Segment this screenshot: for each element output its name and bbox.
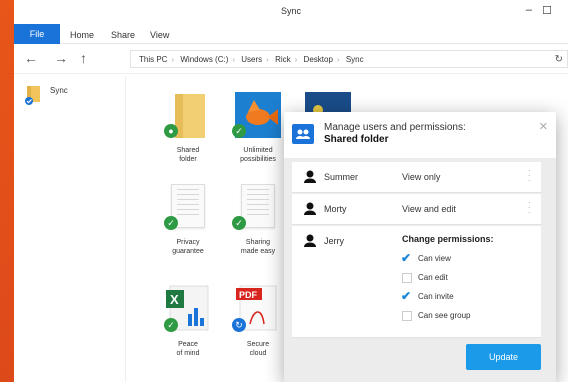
sidebar-item-label: Sync — [50, 86, 68, 95]
tab-home[interactable]: Home — [70, 30, 94, 40]
sidebar: Sync — [14, 76, 126, 382]
synced-check-icon: ✓ — [164, 216, 178, 230]
unchecked-box-icon — [402, 311, 412, 321]
breadcrumb-desktop[interactable]: Desktop — [304, 55, 333, 64]
svg-text:X: X — [170, 292, 179, 307]
file-caption: Shared folder — [176, 147, 200, 163]
breadcrumb-users[interactable]: Users — [241, 55, 262, 64]
user-permission: View and edit — [402, 204, 456, 214]
user-permission: View only — [402, 172, 441, 182]
document-icon — [241, 184, 275, 228]
ribbon: File Home Share View — [14, 22, 568, 44]
file-caption: Privacy guarantee — [172, 239, 204, 255]
more-options-icon[interactable]: · · · — [528, 198, 531, 218]
up-arrow-icon[interactable]: ↑ — [80, 51, 87, 65]
sidebar-item-sync[interactable]: Sync — [24, 84, 68, 108]
file-tab[interactable]: File — [14, 24, 60, 44]
back-arrow-icon[interactable]: ← — [24, 51, 38, 65]
person-icon — [304, 202, 316, 215]
tab-share[interactable]: Share — [111, 30, 135, 40]
sync-folder-icon — [25, 86, 40, 105]
folder-icon — [175, 94, 205, 138]
navigation-bar: ← → ↑ This PC › Windows (C:) › Users › Rick… — [14, 44, 568, 74]
file-tile-spreadsheet[interactable]: X ✓ Peace of mind — [148, 284, 228, 358]
file-tile-privacy-document[interactable]: ✓ Privacy guarantee — [148, 182, 228, 256]
permission-label: Can invite — [418, 292, 454, 301]
user-name: Summer — [324, 172, 359, 182]
person-icon — [304, 234, 316, 247]
permission-label: Can view — [418, 254, 451, 263]
user-name: Morty — [324, 204, 347, 214]
breadcrumb-windows[interactable]: Windows (C:) — [180, 55, 228, 64]
change-permissions-title: Change permissions: — [402, 234, 494, 244]
shared-folder-icon — [292, 124, 314, 144]
refresh-icon[interactable]: ↻ — [555, 54, 563, 65]
sync-status-icon: ● — [164, 124, 178, 138]
synced-check-icon: ✓ — [232, 124, 246, 138]
breadcrumb-sync[interactable]: Sync — [346, 55, 364, 64]
permission-label: Can edit — [418, 273, 448, 282]
update-button[interactable]: Update — [466, 344, 541, 370]
file-tile-shared-folder[interactable]: ● Shared folder — [148, 90, 228, 164]
person-icon — [304, 170, 316, 183]
breadcrumb-rick[interactable]: Rick — [275, 55, 291, 64]
dialog-header: Manage users and permissions: Shared fol… — [284, 112, 556, 158]
address-bar[interactable]: This PC › Windows (C:) › Users › Rick › Desk… — [130, 50, 568, 68]
syncing-icon: ↻ — [232, 318, 246, 332]
permission-label: Can see group — [418, 311, 471, 320]
synced-check-icon: ✓ — [164, 318, 178, 332]
spreadsheet-icon: X — [166, 285, 209, 331]
user-name: Jerry — [324, 236, 344, 246]
checkmark-icon: ✔ — [401, 289, 412, 303]
close-icon[interactable]: ✕ — [539, 120, 548, 133]
maximize-button[interactable]: ☐ — [542, 4, 552, 17]
breadcrumb-this-pc[interactable]: This PC — [139, 55, 167, 64]
dialog-title: Manage users and permissions: — [324, 122, 466, 133]
svg-text:PDF: PDF — [239, 290, 258, 300]
window-title: Sync — [280, 6, 301, 16]
user-row-jerry[interactable]: Jerry Change permissions: ✔ Can view Can… — [292, 226, 541, 338]
forward-arrow-icon[interactable]: → — [54, 51, 68, 65]
synced-check-icon: ✓ — [232, 216, 246, 230]
user-row-summer[interactable]: Summer View only · · · — [292, 162, 541, 193]
dialog-subtitle: Shared folder — [324, 134, 389, 145]
user-row-morty[interactable]: Morty View and edit · · · — [292, 194, 541, 225]
tab-view[interactable]: View — [150, 30, 169, 40]
file-caption: Peace of mind — [176, 341, 200, 357]
minimize-button[interactable]: – — [526, 4, 532, 16]
unchecked-box-icon — [402, 273, 412, 283]
more-options-icon[interactable]: · · · — [528, 166, 531, 186]
checkmark-icon: ✔ — [401, 251, 412, 265]
title-bar: Sync – ☐ — [14, 0, 568, 22]
permissions-dialog: Manage users and permissions: Shared fol… — [284, 112, 556, 382]
